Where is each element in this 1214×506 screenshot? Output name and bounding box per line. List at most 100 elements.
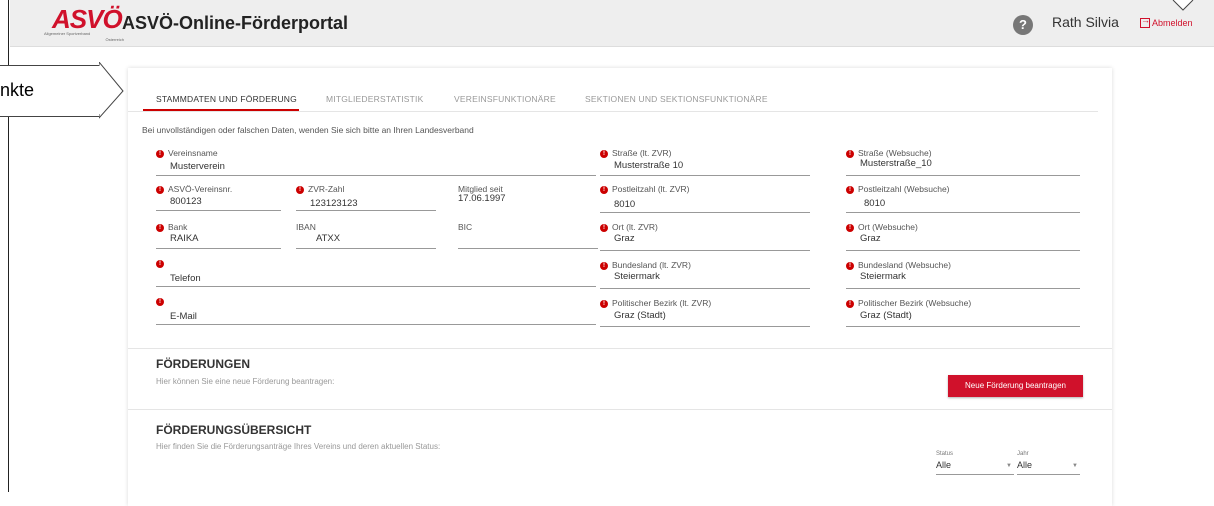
app-title: ASVÖ-Online-Förderportal [122, 13, 349, 33]
bezirk-web-field[interactable]: ! Politischer Bezirk (Websuche) Graz (Sta… [846, 298, 1080, 327]
tab-sektionen[interactable]: SEKTIONEN UND SEKTIONSFUNKTIONÄRE [585, 94, 768, 104]
status-label: Status [936, 451, 954, 457]
strasse-web-label: Straße (Websuche) [858, 148, 932, 158]
asvo-nr-label: ASVÖ-Vereinsnr. [168, 184, 233, 194]
jahr-value: Alle [1017, 460, 1033, 470]
logo-subtitle-2: Österreich [105, 37, 124, 42]
strasse-web-field[interactable]: ! Straße (Websuche) Musterstraße_10 [846, 148, 1080, 176]
zvr-zahl-label: ZVR-Zahl [308, 184, 345, 194]
chevron-down-icon: ▼ [1006, 463, 1012, 469]
plz-zvr-field[interactable]: ! Postleitzahl (lt. ZVR) 8010 [600, 184, 810, 213]
required-icon: ! [600, 149, 608, 158]
logout-icon [1140, 15, 1150, 28]
plz-zvr-value: 8010 [614, 199, 636, 210]
bezirk-web-value: Graz (Stadt) [860, 310, 912, 321]
bezirk-web-label: Politischer Bezirk (Websuche) [858, 298, 972, 308]
asvo-nr-field[interactable]: ! ASVÖ-Vereinsnr. 800123 [156, 184, 281, 211]
uebersicht-title: FÖRDERUNGSÜBERSICHT [156, 423, 312, 437]
bundesland-web-label: Bundesland (Websuche) [858, 260, 951, 270]
bundesland-web-value: Steiermark [860, 271, 906, 282]
section-divider [128, 348, 1112, 349]
required-icon: ! [600, 185, 608, 194]
bundesland-zvr-value: Steiermark [614, 271, 660, 282]
bezirk-zvr-value: Graz (Stadt) [614, 310, 666, 321]
tab-vereinsfunktionaere[interactable]: VEREINSFUNKTIONÄRE [454, 94, 556, 104]
uebersicht-subtitle: Hier finden Sie die Förderungsanträge Ih… [156, 442, 441, 451]
iban-label: IBAN [296, 222, 316, 232]
asvo-logo[interactable]: ASVÖ Allgemeiner Sportverband Österreich [44, 4, 124, 42]
email-field[interactable]: ! E-Mail [156, 296, 596, 325]
bank-value: RAIKA [170, 233, 199, 244]
user-name: Rath Silvia [1052, 14, 1119, 30]
required-icon: ! [600, 261, 608, 270]
callout-text: nkte [0, 80, 35, 100]
plz-web-label: Postleitzahl (Websuche) [858, 184, 950, 194]
logout-label: Abmelden [1152, 18, 1193, 28]
plz-web-field[interactable]: ! Postleitzahl (Websuche) 8010 [846, 184, 1080, 213]
required-icon: ! [846, 299, 854, 308]
plz-web-value: 8010 [864, 198, 886, 209]
required-icon: ! [600, 299, 608, 308]
logout-button[interactable]: Abmelden [1140, 15, 1193, 28]
required-icon: ! [600, 223, 608, 232]
ort-zvr-label: Ort (lt. ZVR) [612, 222, 658, 232]
vereinsname-label: Vereinsname [168, 148, 218, 158]
telefon-value: Telefon [170, 273, 201, 284]
required-icon: ! [156, 185, 164, 194]
tab-bar: STAMMDATEN UND FÖRDERUNG MITGLIEDERSTATI… [128, 68, 1112, 112]
bank-field[interactable]: ! Bank RAIKA [156, 222, 281, 249]
required-icon: ! [156, 223, 164, 232]
ort-web-value: Graz [860, 233, 881, 244]
header-bar: ASVÖ Allgemeiner Sportverband Österreich… [10, 0, 1214, 47]
vereinsname-field[interactable]: ! Vereinsname Musterverein [156, 148, 596, 176]
bank-label: Bank [168, 222, 188, 232]
bic-label: BIC [458, 222, 473, 232]
callout-box: nkte [0, 65, 100, 117]
ort-web-field[interactable]: ! Ort (Websuche) Graz [846, 222, 1080, 251]
required-icon: ! [156, 259, 164, 268]
email-value: E-Mail [170, 311, 197, 322]
bezirk-zvr-label: Politischer Bezirk (lt. ZVR) [612, 298, 712, 308]
plz-zvr-label: Postleitzahl (lt. ZVR) [612, 184, 690, 194]
required-icon: ! [156, 297, 164, 306]
zvr-zahl-field[interactable]: ! ZVR-Zahl 123123123 [296, 184, 436, 211]
tabs-divider [128, 111, 1098, 112]
bic-field[interactable]: BIC [458, 222, 598, 249]
jahr-select[interactable]: Alle ▼ [1017, 460, 1080, 475]
status-select[interactable]: Alle ▼ [936, 460, 1014, 475]
top-right-arrow [1172, 0, 1194, 11]
bundesland-zvr-label: Bundesland (lt. ZVR) [612, 260, 691, 270]
telefon-field[interactable]: ! Telefon [156, 258, 596, 287]
new-foerderung-button[interactable]: Neue Förderung beantragen [948, 375, 1083, 397]
ort-web-label: Ort (Websuche) [858, 222, 918, 232]
notice-text: Bei unvollständigen oder falschen Daten,… [142, 125, 474, 135]
ort-zvr-value: Graz [614, 233, 635, 244]
main-card: STAMMDATEN UND FÖRDERUNG MITGLIEDERSTATI… [128, 68, 1112, 506]
strasse-zvr-field[interactable]: ! Straße (lt. ZVR) Musterstraße 10 [600, 148, 810, 176]
foerderungen-title: FÖRDERUNGEN [156, 357, 251, 371]
help-icon[interactable]: ? [1013, 15, 1033, 35]
strasse-zvr-value: Musterstraße 10 [614, 160, 684, 171]
required-icon: ! [846, 261, 854, 270]
required-icon: ! [846, 223, 854, 232]
jahr-label: Jahr [1017, 451, 1029, 457]
foerderungen-subtitle: Hier können Sie eine neue Förderung bean… [156, 377, 335, 386]
ort-zvr-field[interactable]: ! Ort (lt. ZVR) Graz [600, 222, 810, 251]
mitglied-seit-value: 17.06.1997 [458, 193, 506, 204]
bundesland-web-field[interactable]: ! Bundesland (Websuche) Steiermark [846, 260, 1080, 289]
tab-mitgliederstatistik[interactable]: MITGLIEDERSTATISTIK [326, 94, 423, 104]
iban-field[interactable]: IBAN ATXX [296, 222, 436, 249]
strasse-zvr-label: Straße (lt. ZVR) [612, 148, 672, 158]
bezirk-zvr-field[interactable]: ! Politischer Bezirk (lt. ZVR) Graz (Stad… [600, 298, 810, 327]
status-value: Alle [936, 460, 952, 470]
required-icon: ! [156, 149, 164, 158]
bundesland-zvr-field[interactable]: ! Bundesland (lt. ZVR) Steiermark [600, 260, 810, 289]
zvr-zahl-value: 123123123 [310, 198, 358, 209]
section-divider [128, 409, 1112, 410]
asvo-nr-value: 800123 [170, 196, 202, 207]
logo-subtitle: Allgemeiner Sportverband [44, 31, 91, 36]
tab-stammdaten[interactable]: STAMMDATEN UND FÖRDERUNG [156, 94, 297, 104]
strasse-web-value: Musterstraße_10 [860, 158, 932, 169]
required-icon: ! [846, 149, 854, 158]
vereinsname-value: Musterverein [170, 161, 225, 172]
